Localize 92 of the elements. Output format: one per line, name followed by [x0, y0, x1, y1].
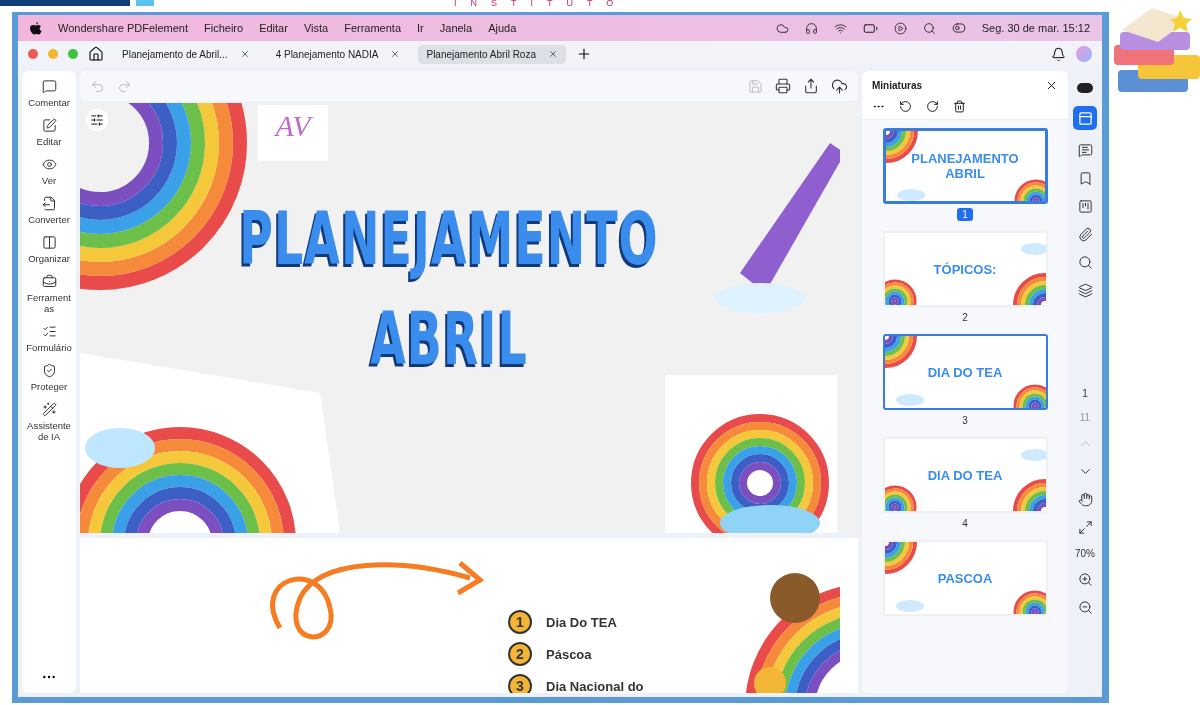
- panel-icon: [1077, 110, 1093, 126]
- zoom-out-icon[interactable]: [1077, 600, 1093, 615]
- tab-title: Planejamento Abril Roza: [426, 48, 536, 60]
- tab-title: Planejamento de Abril...: [122, 48, 228, 60]
- form-icon: [41, 324, 57, 339]
- wifi-icon[interactable]: [833, 21, 847, 35]
- sidebar-item[interactable]: Comentar: [25, 79, 73, 108]
- menu-item[interactable]: Editar: [259, 22, 288, 34]
- menu-item[interactable]: Janela: [439, 22, 473, 34]
- total-pages: 11: [1079, 412, 1091, 423]
- sidebar-item[interactable]: Organizar: [25, 235, 73, 264]
- zoom-level: 70%: [1075, 548, 1095, 559]
- cloud-upload-icon[interactable]: [831, 77, 848, 95]
- page-number: 2: [961, 311, 969, 324]
- thumbnails-button[interactable]: [1073, 106, 1097, 130]
- hand-icon[interactable]: [1077, 492, 1093, 507]
- sidebar-item[interactable]: Ver: [25, 157, 73, 186]
- search-icon[interactable]: [1077, 255, 1093, 270]
- rotate-right-icon[interactable]: [926, 100, 939, 113]
- topic-text: Dia Nacional do: [546, 678, 644, 693]
- topic-text: Páscoa: [546, 646, 592, 662]
- number-badge: 2: [508, 642, 532, 666]
- comment-icon: [41, 79, 57, 94]
- close-window-button[interactable]: [28, 49, 38, 59]
- control-center-icon[interactable]: [951, 21, 966, 35]
- document-tab[interactable]: Planejamento de Abril...: [114, 44, 258, 64]
- thumbnail-title: TÓPICOS:: [932, 261, 998, 277]
- toolbox-icon: [41, 274, 57, 289]
- close-tab-icon[interactable]: [239, 49, 250, 59]
- menu-item[interactable]: Ir: [417, 22, 424, 34]
- close-tab-icon[interactable]: [390, 49, 401, 59]
- shield-icon: [41, 363, 57, 378]
- print-icon[interactable]: [775, 78, 791, 94]
- clock-text: Seg. 30 de mar. 15:12: [981, 22, 1090, 34]
- layers-icon[interactable]: [1077, 283, 1093, 298]
- sidebar-item[interactable]: Converter: [25, 196, 73, 225]
- thumbnail-title: DIA DO TEA: [926, 467, 1004, 483]
- zoom-in-icon[interactable]: [1077, 572, 1093, 587]
- sliders-icon: [90, 113, 104, 127]
- attachment-icon[interactable]: [1077, 227, 1093, 242]
- convert-icon: [41, 196, 57, 211]
- page-number: 3: [961, 414, 969, 427]
- sidebar-item[interactable]: Editar: [25, 118, 73, 147]
- menu-item[interactable]: Ferramenta: [344, 22, 402, 34]
- rotate-left-icon[interactable]: [899, 100, 912, 113]
- tab-title: 4 Planejamento NADIA: [275, 48, 379, 60]
- number-badge: 1: [508, 610, 532, 634]
- delete-icon[interactable]: [953, 100, 966, 113]
- new-tab-icon[interactable]: [576, 46, 592, 62]
- page-title: PLANEJAMENTO: [238, 194, 660, 282]
- close-tab-icon[interactable]: [548, 49, 558, 59]
- home-icon[interactable]: [88, 46, 104, 62]
- search-icon[interactable]: [922, 21, 936, 35]
- adjust-button[interactable]: [86, 109, 108, 131]
- page-number: 1: [957, 208, 973, 221]
- menu-item[interactable]: Ajuda: [488, 22, 517, 34]
- thumbnail-title: PASCOA: [936, 570, 994, 586]
- sidebar-item[interactable]: Formulário: [25, 324, 73, 353]
- eye-icon: [41, 157, 57, 172]
- play-icon[interactable]: [893, 21, 907, 35]
- panel-title: Miniaturas: [872, 80, 922, 91]
- document-tab[interactable]: Planejamento Abril Roza: [418, 44, 566, 64]
- number-badge: 3: [508, 674, 532, 693]
- header-letters: INSTITUTO: [454, 0, 628, 6]
- magic-wand-icon: [41, 402, 57, 417]
- topic-text: Dia Do TEA: [546, 614, 617, 630]
- thumbnail-title: PLANEJAMENTO ABRIL: [910, 151, 1020, 181]
- page-title: ABRIL: [369, 294, 529, 382]
- apple-icon[interactable]: [30, 21, 42, 35]
- current-page-number: 1: [1082, 388, 1088, 399]
- logo: AV: [258, 105, 328, 161]
- menu-item[interactable]: Vista: [303, 22, 329, 34]
- form-fields-icon[interactable]: [1077, 199, 1093, 214]
- organize-icon: [41, 235, 57, 250]
- decor-square: [136, 0, 154, 6]
- close-icon[interactable]: [1045, 79, 1058, 92]
- headphones-icon[interactable]: [804, 21, 818, 35]
- fit-page-icon[interactable]: [1077, 520, 1093, 535]
- menu-item[interactable]: Ficheiro: [204, 22, 244, 34]
- app-name-menu[interactable]: Wondershare PDFelement: [58, 22, 189, 34]
- sidebar-item[interactable]: Assistente de IA: [25, 402, 73, 442]
- cloud-icon[interactable]: [775, 21, 789, 35]
- edit-icon: [41, 118, 57, 133]
- comment-icon[interactable]: [1077, 143, 1093, 158]
- bell-icon[interactable]: [1051, 46, 1066, 62]
- share-icon[interactable]: [803, 78, 819, 94]
- bookmark-icon[interactable]: [1077, 171, 1093, 186]
- sidebar-item[interactable]: Ferramentas: [25, 274, 73, 314]
- document-tab[interactable]: 4 Planejamento NADIA: [267, 44, 409, 64]
- sidebar-item[interactable]: Proteger: [25, 363, 73, 392]
- page-number: 4: [961, 517, 969, 530]
- thumbnail-title: DIA DO TEA: [926, 364, 1004, 380]
